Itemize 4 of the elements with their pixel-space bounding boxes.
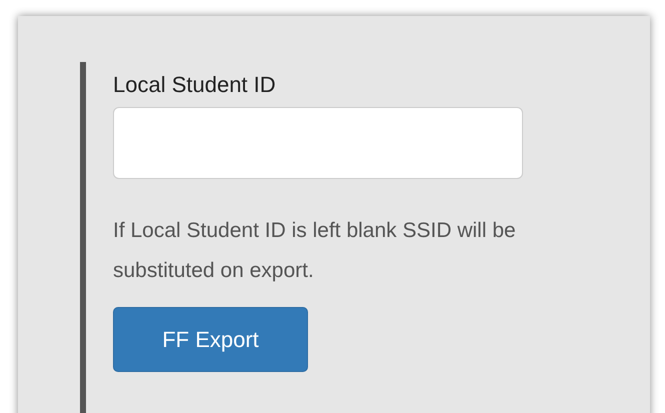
help-text: If Local Student ID is left blank SSID will be substituted on export.: [113, 218, 517, 284]
export-button[interactable]: FF Export: [113, 307, 308, 372]
input-field[interactable]: [113, 107, 523, 179]
field-label: Local Student ID: [113, 72, 277, 98]
